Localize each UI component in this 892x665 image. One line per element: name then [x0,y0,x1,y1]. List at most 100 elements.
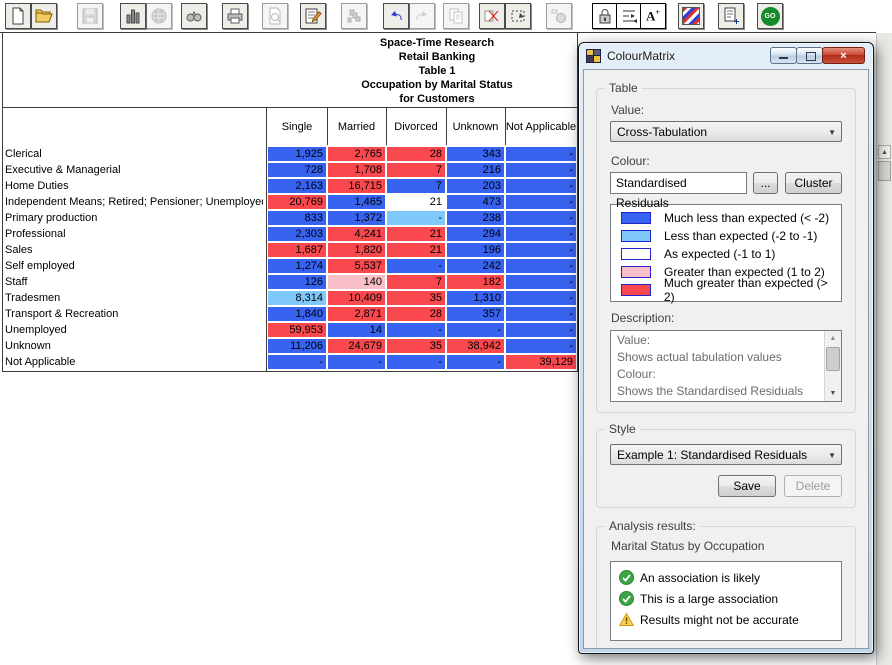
print-button[interactable] [222,3,248,29]
table-cell: - [506,307,576,321]
dialog-body: Table Value: Cross-Tabulation ▼ Colour: … [583,69,869,649]
header-separator [505,108,506,145]
header-separator [327,108,328,145]
table-cell: 20,769 [268,195,326,209]
table-cell: 2,303 [268,227,326,241]
row-label: Tradesmen [5,290,263,306]
dialog-title: ColourMatrix [607,49,675,63]
font-size-button[interactable]: A+ [640,3,666,29]
row-label: Clerical [5,146,263,162]
analysis-result-text: An association is likely [640,571,760,585]
style-dropdown[interactable]: Example 1: Standardised Residuals ▼ [610,444,842,465]
resize-table-button[interactable] [505,3,531,29]
warning-icon [619,612,634,627]
new-table-window-button[interactable] [718,3,744,29]
table-row: Staff1261407182- [3,274,577,290]
legend-label: Much greater than expected (> 2) [664,276,841,304]
table-row: Self employed1,2745,537-242- [3,258,577,274]
find-button[interactable] [181,3,207,29]
table-cell: 2,765 [328,147,385,161]
save-button[interactable]: Save [718,475,776,497]
analysis-result-item: This is a large association [619,588,833,609]
view-map-button [146,3,172,29]
scroll-up-icon[interactable]: ▲ [878,145,891,159]
table-row: Primary production8331,372-238- [3,210,577,226]
legend-item: Much less than expected (< -2) [611,209,841,227]
table-row: Unknown11,20624,6793538,942- [3,338,577,354]
legend-swatch-greater [621,266,651,278]
view-map-icon [149,6,169,26]
analysis-result-text: This is a large association [640,592,778,606]
maximize-icon[interactable] [796,47,823,64]
row-label: Unemployed [5,322,263,338]
clear-circle-icon [549,6,569,26]
value-dropdown[interactable]: Cross-Tabulation ▼ [610,121,842,142]
description-scrollbar[interactable]: ▲ ▼ [824,331,841,401]
column-header[interactable]: Divorced [386,108,446,145]
table-cell: 4,241 [328,227,385,241]
table-bottom-border [2,371,578,372]
description-line: Shows the Standardised Residuals which [617,383,819,402]
table-cell: 16,715 [328,179,385,193]
table-cell: - [506,163,576,177]
analysis-result-item: An association is likely [619,567,833,588]
description-label: Description: [611,311,842,325]
edit-annotations-button[interactable] [300,3,326,29]
new-table-window-icon [721,6,741,26]
row-label: Staff [5,274,263,290]
row-label: Independent Means; Retired; Pensioner; U… [5,194,263,210]
table-cell: 126 [268,275,326,289]
open-button[interactable] [31,3,57,29]
undo-button[interactable] [383,3,409,29]
analysis-subtitle: Marital Status by Occupation [611,539,842,553]
row-label: Primary production [5,210,263,226]
table-cell: 242 [447,259,504,273]
colourmatrix-dialog: ColourMatrix × Table Value: Cross-Tabula… [578,42,874,654]
table-cell: 21 [387,243,445,257]
table-cell: - [506,323,576,337]
colour-matrix-icon [682,7,700,25]
colour-input[interactable]: Standardised Residuals [610,172,747,194]
scroll-up-icon[interactable]: ▲ [825,331,841,346]
tools-button [341,3,367,29]
column-header[interactable]: Unknown [446,108,505,145]
table-row: Executive & Managerial7281,7087216- [3,162,577,178]
clear-circle-button [546,3,572,29]
description-line: Value: [617,332,819,349]
row-label: Professional [5,226,263,242]
scrollbar-thumb[interactable] [826,347,840,371]
tools-icon [344,6,364,26]
cluster-button[interactable]: Cluster [785,172,842,194]
colour-matrix-button[interactable] [678,3,704,29]
view-chart-button[interactable] [120,3,146,29]
edit-annotations-icon [303,6,323,26]
value-dropdown-text: Cross-Tabulation [617,125,707,139]
table-cell: 473 [447,195,504,209]
table-row: Clerical1,9252,76528343- [3,146,577,162]
ellipsis-button[interactable]: ... [753,172,778,194]
minimize-icon[interactable] [770,47,797,64]
main-vertical-scrollbar[interactable]: ▲ [876,33,892,665]
column-header[interactable]: Single [267,108,327,145]
table-cell: 203 [447,179,504,193]
main-window: A+GO Space-Time ResearchRetail BankingTa… [0,0,892,665]
lock-table-button[interactable] [592,3,618,29]
field-order-button[interactable] [616,3,642,29]
column-header[interactable]: Not Applicable [505,108,577,145]
table-cell: - [506,195,576,209]
close-icon[interactable]: × [822,47,865,64]
go-button[interactable]: GO [757,3,783,29]
delete-selection-button[interactable] [479,3,505,29]
column-header[interactable]: Married [327,108,386,145]
document-top-border [0,32,876,33]
scrollbar-thumb[interactable] [878,161,891,181]
description-text: Value:Shows actual tabulation valuesColo… [611,331,841,402]
analysis-result-item: Results might not be accurate [619,609,833,630]
analysis-group-label: Analysis results: [605,519,700,533]
dialog-titlebar[interactable]: ColourMatrix × [579,43,873,69]
scroll-down-icon[interactable]: ▼ [825,386,841,401]
row-label: Executive & Managerial [5,162,263,178]
table-row: Sales1,6871,82021196- [3,242,577,258]
row-label: Sales [5,242,263,258]
new-document-button[interactable] [5,3,31,29]
